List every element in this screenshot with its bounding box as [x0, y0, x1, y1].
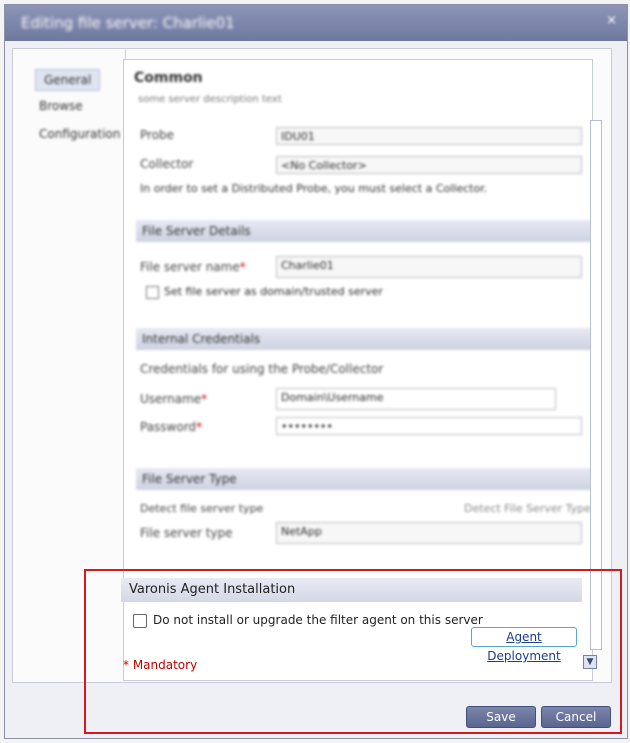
- skip-agent-checkbox[interactable]: [133, 614, 147, 628]
- save-button[interactable]: Save: [466, 706, 536, 728]
- password-label-text: Password: [140, 420, 197, 434]
- sidebar-item-general[interactable]: General: [35, 69, 101, 91]
- dialog-titlebar: Editing file server: Charlie01 ×: [5, 5, 627, 41]
- domain-server-checkbox[interactable]: [146, 286, 159, 299]
- collector-label: Collector: [140, 157, 194, 171]
- content-scrollbar[interactable]: [590, 120, 602, 650]
- required-asterisk: *: [196, 420, 203, 434]
- cancel-button[interactable]: Cancel: [541, 706, 611, 728]
- agent-installation-header: Varonis Agent Installation: [121, 578, 582, 602]
- file-server-name-label: File server name*: [140, 260, 246, 274]
- detect-type-label: Detect file server type: [140, 502, 264, 515]
- dialog-title: Editing file server: Charlie01: [21, 14, 235, 32]
- required-asterisk: *: [201, 392, 208, 406]
- username-field[interactable]: Domain\Username: [276, 388, 556, 410]
- username-label-text: Username: [140, 392, 202, 406]
- file-server-name-label-text: File server name: [140, 260, 240, 274]
- skip-agent-label: Do not install or upgrade the filter age…: [153, 613, 483, 627]
- same-credentials-label: Credentials for using the Probe/Collecto…: [140, 362, 384, 376]
- close-icon[interactable]: ×: [606, 13, 617, 28]
- username-label: Username*: [140, 392, 207, 406]
- section-title-common: Common: [134, 70, 203, 86]
- collector-select[interactable]: <No Collector>: [276, 156, 582, 174]
- collector-hint: In order to set a Distributed Probe, you…: [140, 182, 488, 195]
- sidebar: General Browse Configuration: [25, 49, 126, 679]
- probe-label: Probe: [140, 128, 175, 142]
- agent-deployment-button[interactable]: Agent Deployment: [471, 627, 577, 663]
- file-server-name-field[interactable]: Charlie01: [276, 256, 582, 278]
- file-server-type-label: File server type: [140, 526, 233, 540]
- sidebar-item-configuration[interactable]: Configuration: [39, 127, 120, 141]
- password-field[interactable]: ••••••••: [276, 417, 582, 435]
- file-server-details-header: File Server Details: [136, 220, 592, 242]
- mandatory-note: * Mandatory: [123, 658, 198, 672]
- blurred-form: Common some server description text Prob…: [124, 60, 592, 560]
- probe-select[interactable]: IDU01: [276, 127, 582, 145]
- credentials-header: Internal Credentials: [136, 328, 592, 350]
- scroll-down-icon[interactable]: ▼: [583, 655, 597, 669]
- detect-type-link[interactable]: Detect File Server Type: [464, 502, 591, 515]
- domain-server-label: Set file server as domain/trusted server: [164, 285, 383, 298]
- sidebar-item-browse[interactable]: Browse: [39, 99, 83, 113]
- password-label: Password*: [140, 420, 202, 434]
- section-subtitle: some server description text: [138, 94, 282, 105]
- required-asterisk: *: [239, 260, 246, 274]
- file-server-type-select[interactable]: NetApp: [276, 522, 582, 544]
- file-server-type-header: File Server Type: [136, 468, 592, 490]
- agent-installation-section: Varonis Agent Installation Do not instal…: [121, 578, 582, 663]
